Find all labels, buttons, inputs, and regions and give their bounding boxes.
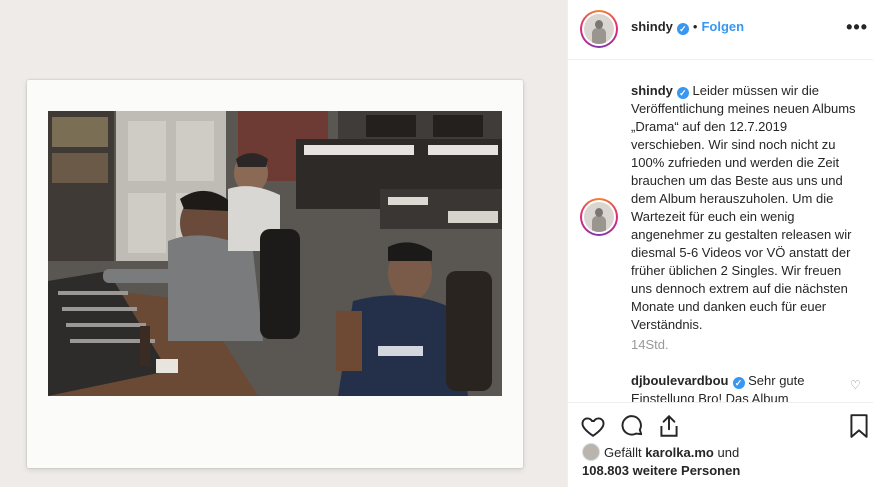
- comment-bubble-icon[interactable]: [619, 413, 645, 439]
- author-username[interactable]: shindy: [631, 19, 673, 34]
- studio-photo: [48, 111, 502, 396]
- header-user-line: shindy ✓ • Folgen: [631, 19, 744, 35]
- comments-area[interactable]: shindy ✓ Leider müssen wir die Veröffentl…: [568, 61, 873, 402]
- liker-username[interactable]: karolka.mo: [645, 445, 714, 460]
- caption-time[interactable]: 14Std.: [631, 337, 669, 352]
- instagram-post: shindy ✓ • Folgen ••• shindy ✓ Leider müssen…: [0, 0, 873, 487]
- comment-item: djboulevardbou ✓ Sehr gute Einstellung Br…: [631, 372, 841, 402]
- comment-like-heart-icon[interactable]: ♡: [850, 378, 862, 392]
- caption-text: Leider müssen wir die Veröffentlichung m…: [631, 83, 856, 332]
- bookmark-icon[interactable]: [848, 413, 873, 439]
- verified-badge-icon: ✓: [676, 23, 689, 35]
- share-icon[interactable]: [656, 413, 682, 439]
- caption: shindy ✓ Leider müssen wir die Veröffentl…: [631, 82, 863, 334]
- caption-avatar-image: [584, 202, 614, 232]
- post-actions-bar: [568, 402, 873, 446]
- post-media[interactable]: [0, 0, 567, 487]
- likes-conjunction: und: [717, 445, 740, 460]
- caption-verified-icon: ✓: [676, 87, 689, 99]
- avatar-image: [584, 14, 614, 44]
- post-header: shindy ✓ • Folgen •••: [568, 0, 873, 60]
- author-avatar[interactable]: [580, 10, 618, 48]
- caption-username[interactable]: shindy: [631, 83, 673, 98]
- post-sidebar: shindy ✓ • Folgen ••• shindy ✓ Leider müssen…: [567, 0, 873, 487]
- likes-count[interactable]: 108.803 weitere Personen: [582, 463, 740, 478]
- comment-username[interactable]: djboulevardbou: [631, 373, 729, 388]
- liker-avatar[interactable]: [582, 443, 600, 461]
- polaroid-frame: [27, 80, 523, 468]
- comment-verified-icon: ✓: [732, 377, 745, 389]
- follow-button[interactable]: Folgen: [701, 19, 744, 34]
- likes-prefix: Gefällt: [604, 445, 642, 460]
- more-options-icon[interactable]: •••: [846, 17, 868, 38]
- header-separator: •: [692, 19, 698, 34]
- likes-summary[interactable]: Gefällt karolka.mo und 108.803 weitere P…: [582, 443, 862, 480]
- post-photo: [48, 111, 502, 396]
- like-heart-icon[interactable]: [580, 413, 606, 439]
- caption-avatar[interactable]: [580, 198, 618, 236]
